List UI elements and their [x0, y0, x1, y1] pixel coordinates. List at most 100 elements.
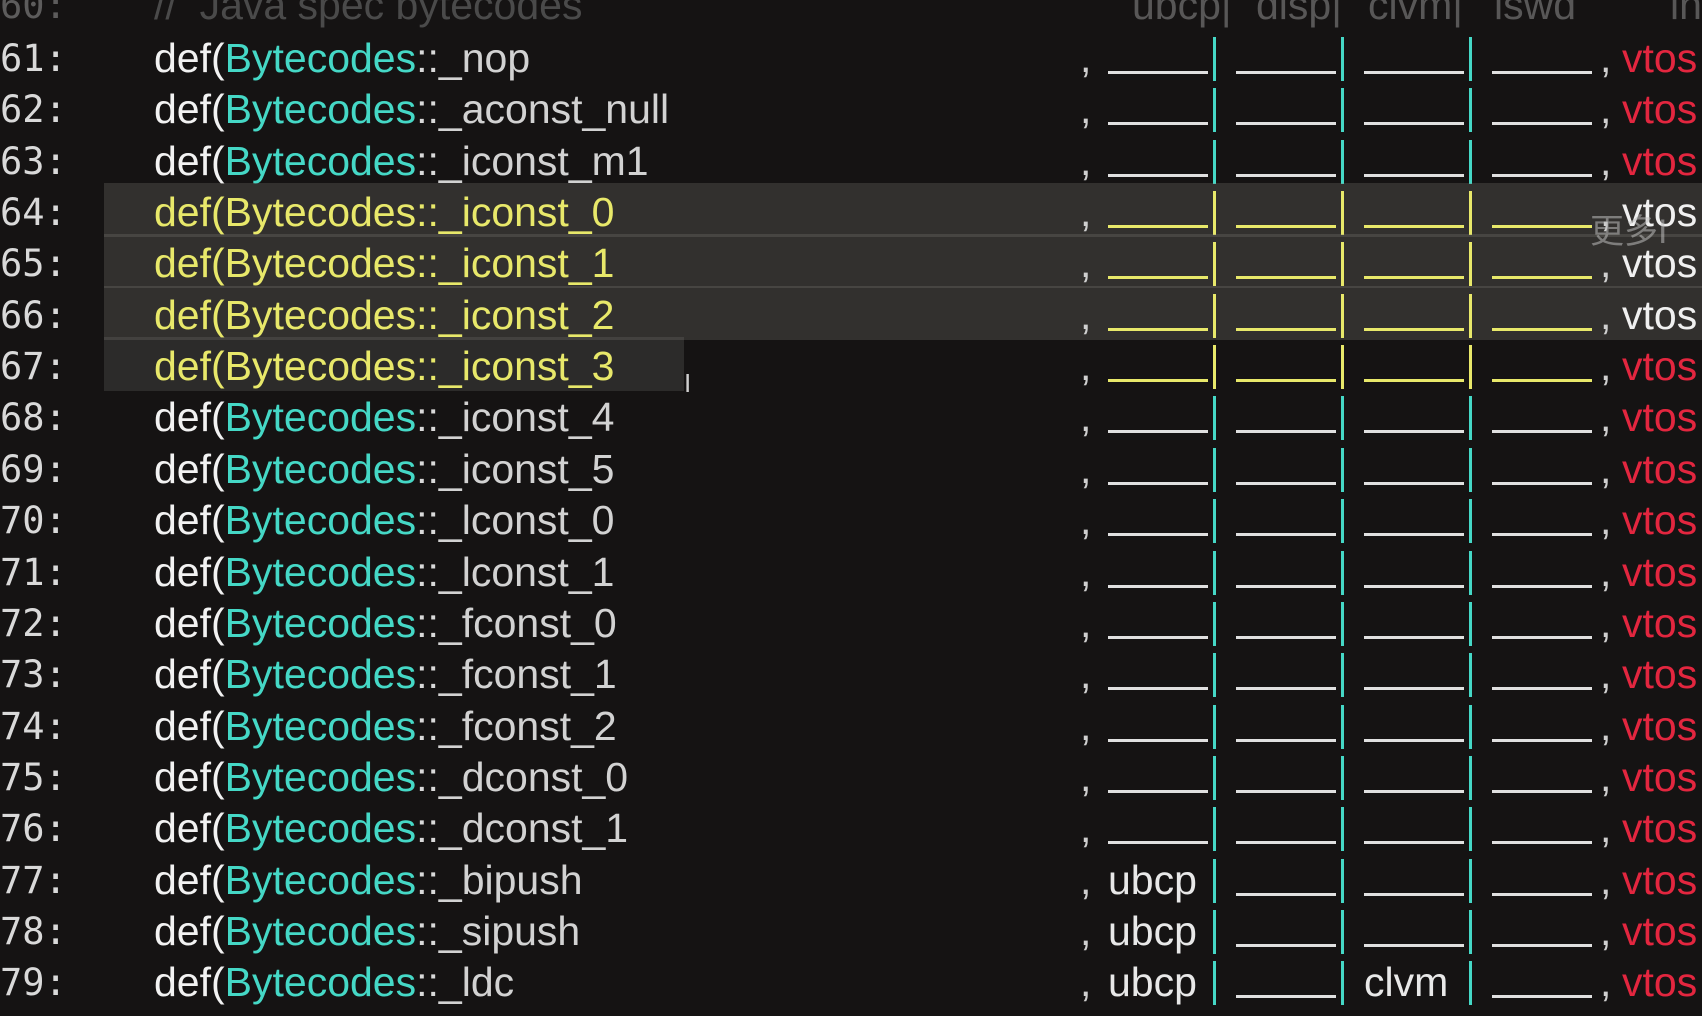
code-line[interactable]: 66: def(Bytecodes::_iconst_2,, vtos [0, 286, 1702, 341]
code-line[interactable]: 75: def(Bytecodes::_dconst_0,, vtos [0, 752, 1702, 803]
comment-text: // Java spec bytecodes [154, 0, 583, 28]
tos-value: vtos [1622, 394, 1698, 440]
code-line[interactable]: 74: def(Bytecodes::_fconst_2,, vtos [0, 701, 1702, 752]
comma-separator: , [1080, 857, 1092, 903]
flag-column-2 [1364, 136, 1472, 187]
flag-column-1 [1236, 855, 1344, 906]
code-text: def(Bytecodes::_dconst_1 [154, 803, 628, 854]
scope-operator: :: [416, 754, 439, 800]
code-line[interactable]: 68: def(Bytecodes::_iconst_4,, vtos [0, 392, 1702, 443]
blank-placeholder [1492, 430, 1592, 433]
comma-separator: , [1080, 703, 1092, 749]
scope-operator: :: [416, 959, 439, 1005]
code-line[interactable]: 77: def(Bytecodes::_bipush, ubcp, vtos [0, 855, 1702, 906]
bytecode-name: _iconst_3 [438, 343, 615, 389]
comma-separator: , [1600, 343, 1612, 389]
pipe-separator [1213, 653, 1216, 697]
code-text: def(Bytecodes::_fconst_2 [154, 701, 617, 752]
def-keyword: def( [154, 651, 225, 697]
code-line[interactable]: 70: def(Bytecodes::_lconst_0,, vtos [0, 495, 1702, 546]
flag-column-3 [1492, 906, 1596, 957]
comma-separator: , [1600, 446, 1612, 492]
flag-column-2 [1364, 803, 1472, 854]
pipe-separator [1469, 294, 1472, 338]
line-number: 75: [0, 756, 67, 799]
blank-placeholder [1236, 482, 1336, 485]
blank-placeholder [1236, 533, 1336, 536]
comma-separator: , [1080, 908, 1092, 954]
blank-placeholder [1108, 174, 1208, 177]
blank-placeholder [1492, 995, 1592, 998]
code-line[interactable]: 62: def(Bytecodes::_aconst_null,, vtos [0, 84, 1702, 135]
def-keyword: def( [154, 446, 225, 492]
blank-placeholder [1492, 276, 1592, 279]
flag-column-2 [1364, 84, 1472, 135]
flag-column-3 [1492, 547, 1596, 598]
line-number: 67: [0, 345, 67, 388]
flag-column-2 [1364, 598, 1472, 649]
blank-placeholder [1108, 122, 1208, 125]
line-number: 68: [0, 396, 67, 439]
line-number: 66: [0, 294, 67, 337]
tos-value: vtos [1622, 86, 1698, 132]
code-line[interactable]: 78: def(Bytecodes::_sipush, ubcp, vtos [0, 906, 1702, 957]
pipe-separator [1469, 499, 1472, 543]
def-keyword: def( [154, 189, 225, 235]
flag-value: ubcp [1108, 908, 1197, 954]
blank-placeholder [1236, 893, 1336, 896]
tos-value: vtos [1622, 857, 1698, 903]
pipe-separator [1213, 88, 1216, 132]
code-line[interactable]: 61: def(Bytecodes::_nop,, vtos [0, 33, 1702, 84]
pipe-separator [1469, 242, 1472, 286]
tos-value: vtos [1622, 549, 1698, 595]
blank-placeholder [1108, 276, 1208, 279]
pipe-separator [1341, 859, 1344, 903]
bytecode-name: _sipush [438, 908, 581, 954]
code-editor[interactable]: 60: // Java spec bytecodes ubcp| disp| c… [0, 0, 1702, 1016]
code-line[interactable]: 73: def(Bytecodes::_fconst_1,, vtos [0, 649, 1702, 700]
scope-operator: :: [416, 600, 439, 646]
comma-separator: , [1080, 497, 1092, 543]
comma-separator: , [1600, 549, 1612, 595]
flag-column-3 [1492, 392, 1596, 443]
scope-operator: :: [416, 446, 439, 492]
code-line[interactable]: 79: def(Bytecodes::_ldc, ubcp clvm, vtos [0, 957, 1702, 1008]
scope-operator: :: [416, 497, 439, 543]
code-line[interactable]: 64: def(Bytecodes::_iconst_0,, vtos [0, 183, 1702, 238]
pipe-separator [1213, 448, 1216, 492]
flag-column-0 [1108, 495, 1216, 546]
blank-placeholder [1364, 379, 1464, 382]
code-line[interactable]: 69: def(Bytecodes::_iconst_5,, vtos [0, 444, 1702, 495]
code-line[interactable]: 76: def(Bytecodes::_dconst_1,, vtos [0, 803, 1702, 854]
code-text: def(Bytecodes::_dconst_0 [154, 752, 628, 803]
flag-column-1 [1236, 341, 1344, 392]
tos-value: vtos [1622, 754, 1698, 800]
pipe-separator [1341, 499, 1344, 543]
comma-separator: , [1080, 343, 1092, 389]
flag-column-1 [1236, 392, 1344, 443]
column-header-disp: disp| [1256, 0, 1342, 28]
pipe-separator [1469, 551, 1472, 595]
code-line[interactable]: 71: def(Bytecodes::_lconst_1,, vtos [0, 547, 1702, 598]
blank-placeholder [1364, 276, 1464, 279]
pipe-separator [1341, 961, 1344, 1005]
scope-operator: :: [416, 138, 439, 184]
pipe-separator [1469, 910, 1472, 954]
flag-column-3 [1492, 33, 1596, 84]
bytecode-name: _lconst_1 [438, 549, 615, 595]
code-text: def(Bytecodes::_iconst_0 [154, 187, 614, 238]
flag-column-1 [1236, 444, 1344, 495]
flag-column-2 [1364, 649, 1472, 700]
code-text: def(Bytecodes::_fconst_0 [154, 598, 617, 649]
line-number: 64: [0, 191, 67, 234]
tos-value: vtos [1622, 805, 1698, 851]
code-line[interactable]: 63: def(Bytecodes::_iconst_m1,, vtos [0, 136, 1702, 187]
class-name: Bytecodes [224, 35, 417, 81]
code-line[interactable]: 67: def(Bytecodes::_iconst_3,, vtos [0, 337, 1702, 392]
flag-column-0 [1108, 238, 1216, 289]
blank-placeholder [1108, 687, 1208, 690]
pipe-separator [1213, 602, 1216, 646]
code-line[interactable]: 72: def(Bytecodes::_fconst_0,, vtos [0, 598, 1702, 649]
code-line[interactable]: 65: def(Bytecodes::_iconst_1,, vtos [0, 234, 1702, 289]
blank-placeholder [1236, 585, 1336, 588]
